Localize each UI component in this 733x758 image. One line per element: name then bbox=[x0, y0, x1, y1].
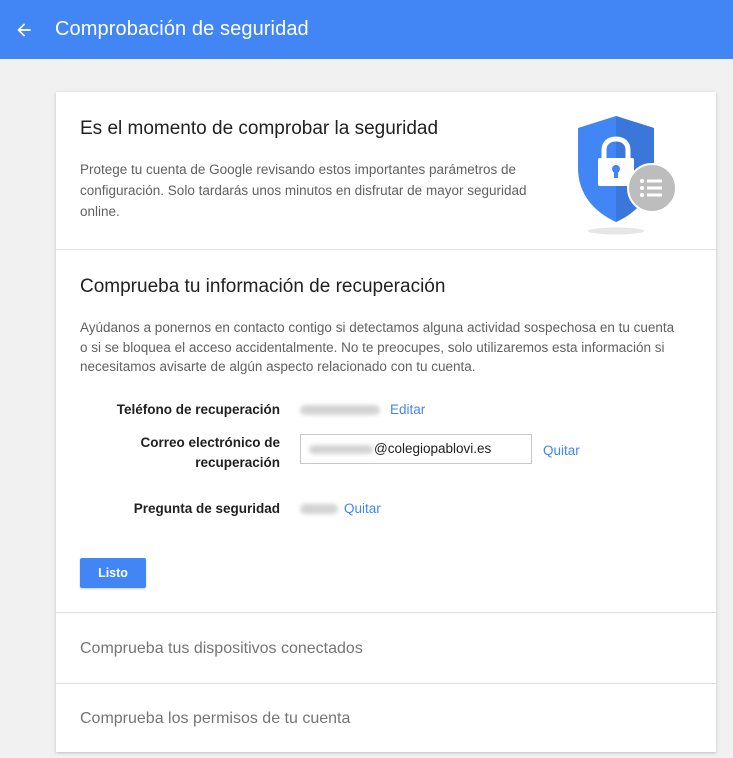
intro-title: Es el momento de comprobar la seguridad bbox=[80, 118, 439, 139]
recovery-email-label-line2: recuperación bbox=[195, 455, 280, 470]
arrow-left-icon bbox=[17, 22, 31, 37]
recovery-email-label: Correo electrónico de recuperación bbox=[80, 433, 280, 473]
security-check-card: Es el momento de comprobar la seguridad … bbox=[56, 92, 716, 752]
shield-lock-icon bbox=[578, 116, 677, 235]
devices-section-label: Comprueba tus dispositivos conectados bbox=[80, 640, 363, 657]
recovery-title: Comprueba tu información de recuperación bbox=[80, 276, 446, 297]
remove-email-link[interactable]: Quitar bbox=[543, 441, 580, 461]
back-button[interactable] bbox=[9, 15, 39, 45]
recovery-email-field[interactable]: @colegiopablovi.es bbox=[300, 434, 532, 464]
intro-description: Protege tu cuenta de Google revisando es… bbox=[80, 162, 527, 219]
app-bar: Comprobación de seguridad bbox=[0, 0, 733, 59]
security-question-value bbox=[300, 504, 338, 514]
page-title: Comprobación de seguridad bbox=[55, 18, 309, 40]
done-button[interactable]: Listo bbox=[80, 558, 146, 588]
permissions-section[interactable]: Comprueba los permisos de tu cuenta bbox=[56, 683, 716, 753]
recovery-phone-label: Teléfono de recuperación bbox=[116, 402, 280, 417]
recovery-info-section: Comprueba tu información de recuperación… bbox=[56, 250, 716, 613]
remove-question-link[interactable]: Quitar bbox=[344, 499, 381, 519]
email-blurred-username bbox=[309, 445, 373, 454]
recovery-email-label-line1: Correo electrónico de bbox=[140, 435, 280, 450]
recovery-phone-value bbox=[300, 405, 380, 415]
intro-section: Es el momento de comprobar la seguridad … bbox=[56, 92, 716, 250]
edit-phone-link[interactable]: Editar bbox=[390, 400, 425, 420]
recovery-description: Ayúdanos a ponernos en contacto contigo … bbox=[80, 320, 675, 374]
permissions-section-label: Comprueba los permisos de tu cuenta bbox=[80, 710, 351, 727]
devices-section[interactable]: Comprueba tus dispositivos conectados bbox=[56, 613, 716, 684]
security-question-label: Pregunta de seguridad bbox=[133, 501, 280, 516]
email-domain-text: @colegiopablovi.es bbox=[374, 441, 492, 456]
